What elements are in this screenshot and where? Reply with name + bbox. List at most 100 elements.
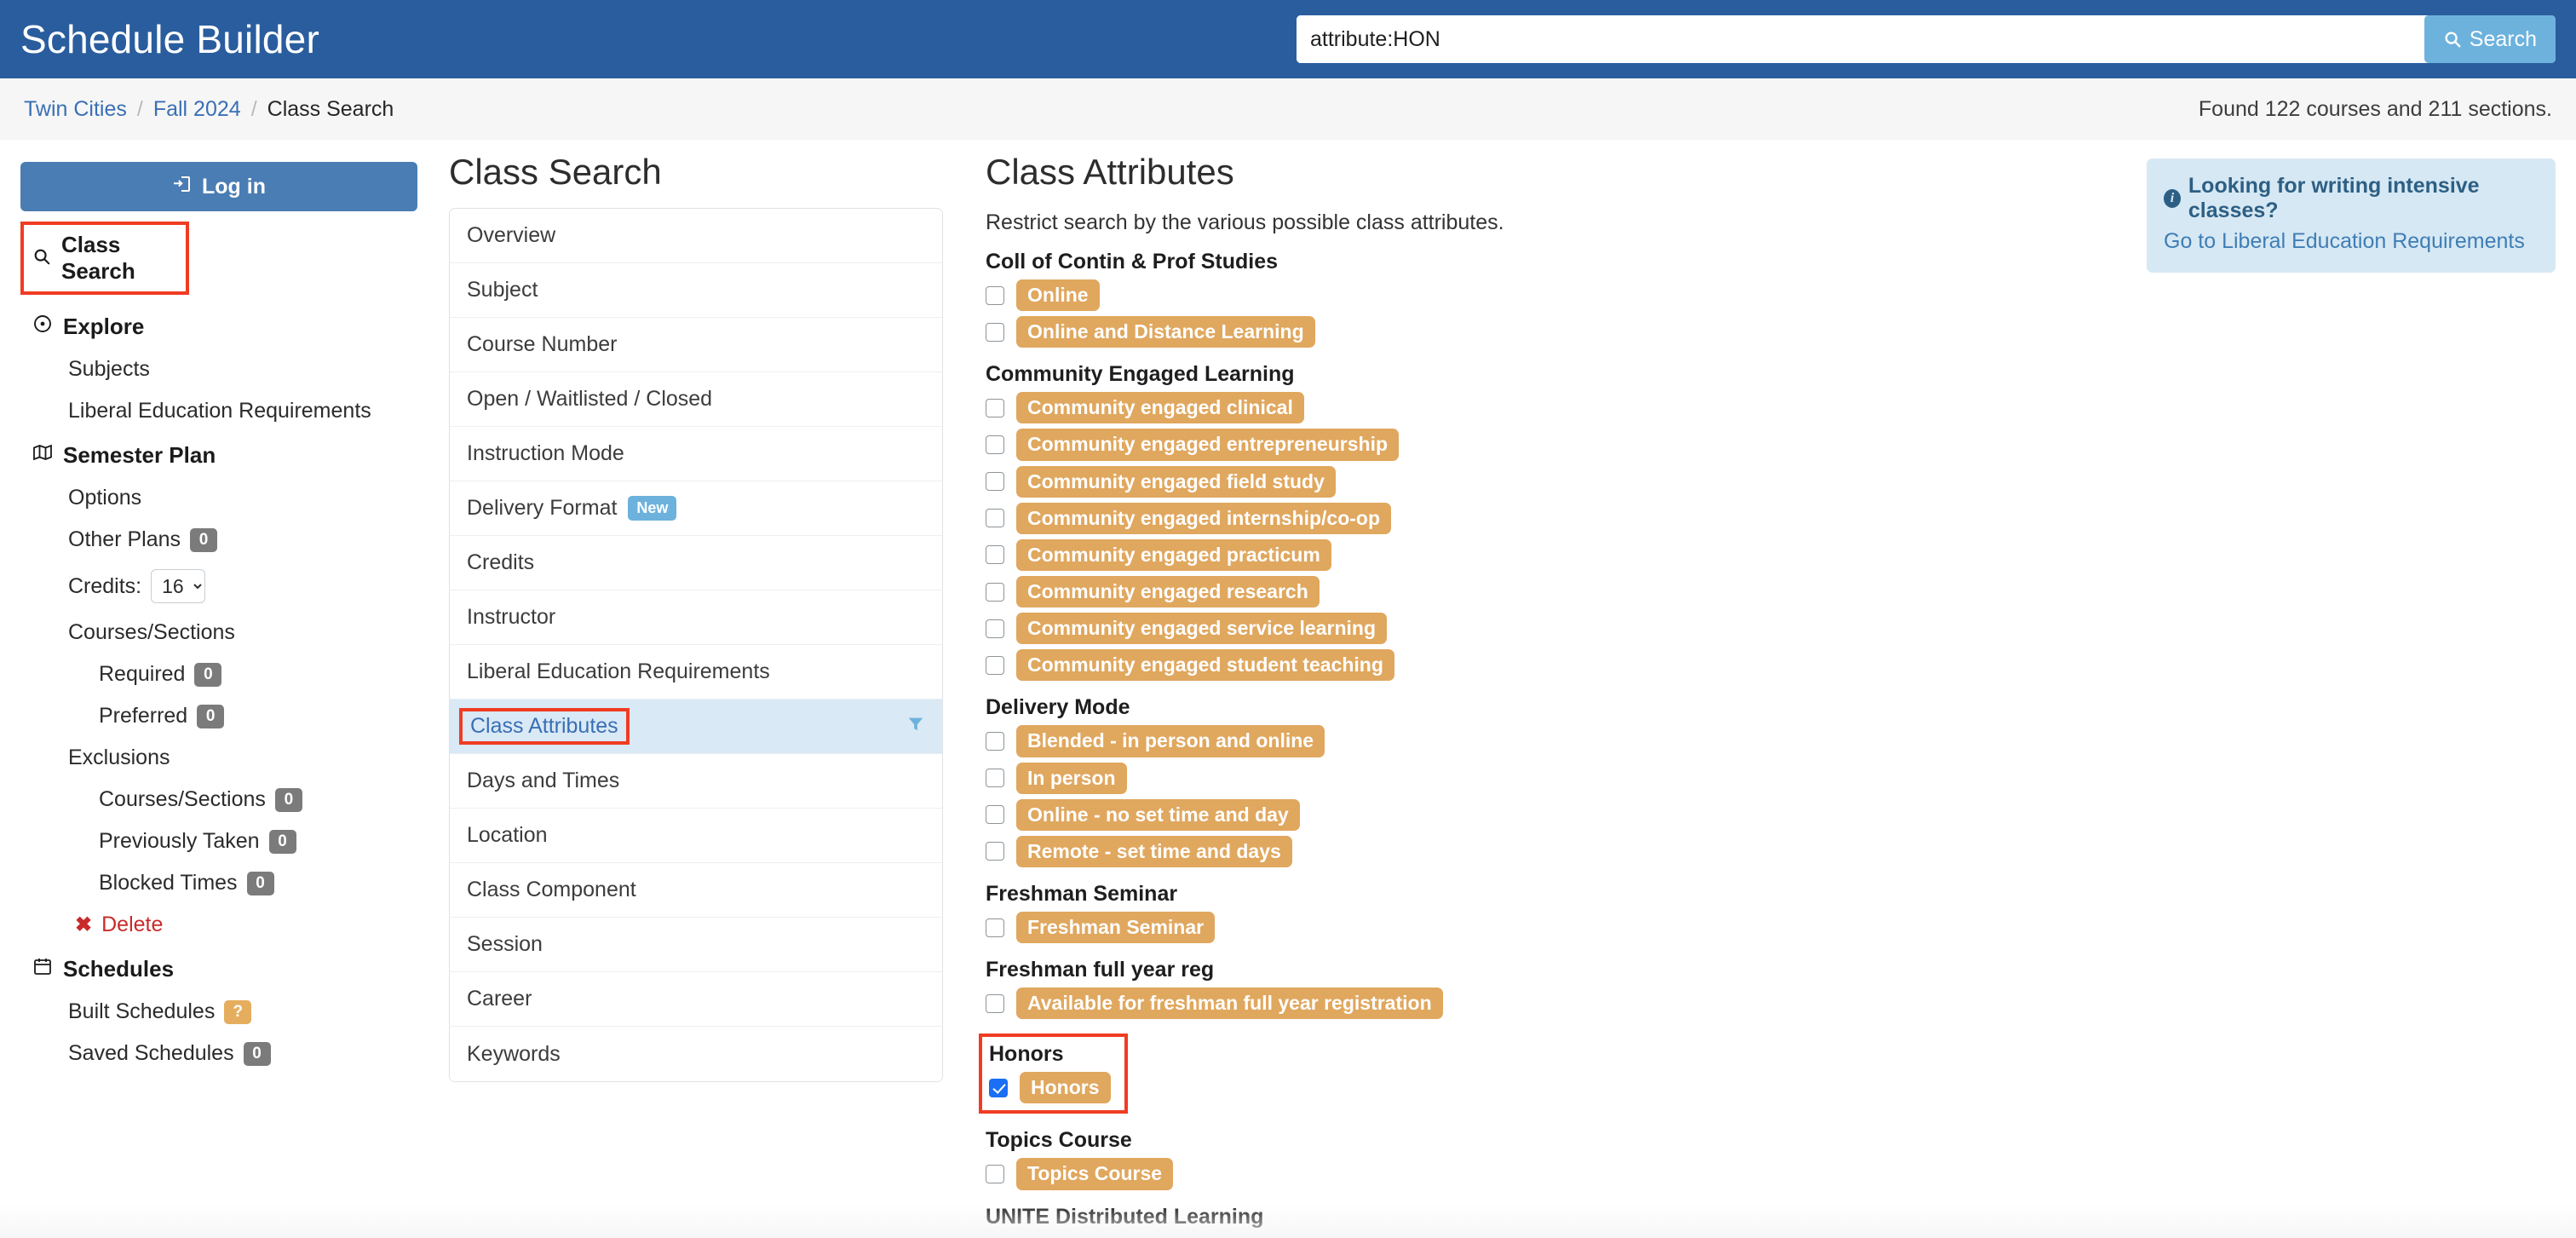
- filter-list-item[interactable]: Course Number: [450, 318, 942, 372]
- sidebar-item-class-search[interactable]: Class Search: [20, 222, 189, 295]
- attribute-pill[interactable]: Online - no set time and day: [1016, 798, 1300, 831]
- filter-list-item[interactable]: Keywords: [450, 1027, 942, 1081]
- filter-list-item[interactable]: Delivery Format New: [450, 481, 942, 536]
- attribute-checkbox[interactable]: [986, 398, 1004, 417]
- attribute-pill[interactable]: Community engaged student teaching: [1016, 649, 1394, 682]
- attribute-pill[interactable]: Community engaged field study: [1016, 465, 1336, 498]
- attribute-pill[interactable]: Available for freshman full year registr…: [1016, 988, 1443, 1020]
- attribute-checkbox[interactable]: [986, 805, 1004, 825]
- credits-select[interactable]: 16: [151, 569, 206, 603]
- sidebar-item-delete[interactable]: ✖ Delete: [20, 913, 417, 937]
- filter-list-item-text: Overview: [467, 223, 556, 247]
- info-panel-link[interactable]: Go to Liberal Education Requirements: [2164, 229, 2539, 254]
- attribute-group-heading: Community Engaged Learning: [986, 362, 1295, 387]
- filter-list-item[interactable]: Session: [450, 918, 942, 972]
- main-panel: Class Attributes Restrict search by the …: [979, 140, 2093, 1229]
- attribute-group-heading: UNITE Distributed Learning: [986, 1204, 1264, 1229]
- filter-list-item-label: Session: [467, 932, 543, 957]
- attribute-checkbox[interactable]: [986, 435, 1004, 454]
- search-icon: [32, 245, 51, 272]
- sidebar-item-subjects[interactable]: Subjects: [20, 357, 417, 382]
- sidebar-item-credits: Credits: 16: [20, 569, 417, 603]
- filter-list-item[interactable]: Credits: [450, 536, 942, 590]
- map-icon: [32, 442, 53, 469]
- attribute-pill[interactable]: Online: [1016, 279, 1100, 312]
- filter-list-item[interactable]: Open / Waitlisted / Closed: [450, 372, 942, 427]
- attribute-pill[interactable]: Community engaged clinical: [1016, 392, 1304, 424]
- filter-list-item[interactable]: Subject: [450, 263, 942, 318]
- filter-list-item[interactable]: Class Component: [450, 863, 942, 918]
- attribute-option-row: Community engaged service learning: [986, 613, 2093, 645]
- attribute-pill[interactable]: In person: [1016, 762, 1127, 794]
- sidebar-item-saved-schedules[interactable]: Saved Schedules 0: [20, 1041, 417, 1066]
- attribute-groups: Coll of Contin & Prof Studies Online Onlin…: [979, 250, 2093, 1229]
- attribute-checkbox[interactable]: [986, 993, 1004, 1013]
- search-button[interactable]: Search: [2424, 15, 2556, 63]
- compass-icon: [32, 314, 53, 340]
- sidebar-item-liberal-education-requirements[interactable]: Liberal Education Requirements: [20, 399, 417, 423]
- attribute-pill[interactable]: Community engaged internship/co-op: [1016, 502, 1392, 534]
- new-badge: New: [628, 496, 677, 521]
- attribute-option-row: Available for freshman full year registr…: [986, 988, 2093, 1020]
- attribute-pill[interactable]: Blended - in person and online: [1016, 725, 1325, 757]
- filter-list-item[interactable]: Instructor: [450, 590, 942, 645]
- filter-list-item[interactable]: Instruction Mode: [450, 427, 942, 481]
- filter-list-item-text: Course Number: [467, 332, 618, 356]
- sidebar-item-preferred[interactable]: Preferred 0: [20, 704, 417, 728]
- attribute-checkbox[interactable]: [986, 472, 1004, 492]
- sidebar-group-label: Courses/Sections: [68, 620, 235, 644]
- attribute-pill[interactable]: Remote - set time and days: [1016, 835, 1292, 867]
- filter-list-item[interactable]: Class Attributes: [450, 700, 942, 754]
- sidebar-item-built-schedules[interactable]: Built Schedules ?: [20, 999, 417, 1024]
- attribute-checkbox[interactable]: [986, 322, 1004, 342]
- breadcrumb-item-term[interactable]: Fall 2024: [153, 97, 241, 122]
- attribute-checkbox[interactable]: [986, 842, 1004, 861]
- filter-list-item-label: Liberal Education Requirements: [467, 659, 770, 684]
- attribute-pill[interactable]: Community engaged service learning: [1016, 613, 1388, 645]
- attribute-pill[interactable]: Online and Distance Learning: [1016, 316, 1315, 348]
- attribute-pill[interactable]: Topics Course: [1016, 1158, 1174, 1190]
- attribute-pill[interactable]: Community engaged practicum: [1016, 538, 1331, 571]
- attribute-pill[interactable]: Community engaged research: [1016, 575, 1320, 608]
- sidebar-item-required[interactable]: Required 0: [20, 662, 417, 687]
- attribute-option-row: Community engaged entrepreneurship: [986, 429, 2093, 461]
- attribute-checkbox[interactable]: [986, 545, 1004, 565]
- filter-list-item[interactable]: Days and Times: [450, 754, 942, 809]
- sidebar-item-blocked-times[interactable]: Blocked Times 0: [20, 871, 417, 895]
- attribute-pill[interactable]: Honors: [1020, 1072, 1111, 1104]
- sidebar-item-label: Options: [68, 486, 142, 510]
- count-badge: 0: [190, 527, 218, 552]
- attribute-checkbox[interactable]: [989, 1078, 1008, 1097]
- attribute-checkbox[interactable]: [986, 509, 1004, 528]
- sidebar-item-other-plans[interactable]: Other Plans 0: [20, 527, 417, 552]
- attribute-checkbox[interactable]: [986, 619, 1004, 638]
- filter-list-item-label: Career: [467, 987, 532, 1011]
- breadcrumb-item-campus[interactable]: Twin Cities: [24, 97, 127, 122]
- filter-list-item[interactable]: Overview: [450, 209, 942, 263]
- sidebar-item-options[interactable]: Options: [20, 486, 417, 510]
- attribute-checkbox[interactable]: [986, 1164, 1004, 1183]
- login-button[interactable]: Log in: [20, 162, 417, 211]
- attribute-pill[interactable]: Community engaged entrepreneurship: [1016, 429, 1400, 461]
- attribute-pill[interactable]: Freshman Seminar: [1016, 911, 1216, 944]
- attribute-checkbox[interactable]: [986, 731, 1004, 751]
- attribute-checkbox[interactable]: [986, 918, 1004, 937]
- filter-list-item-label: Location: [467, 823, 548, 848]
- sidebar-item-label: Preferred: [99, 704, 188, 728]
- filter-list-item[interactable]: Liberal Education Requirements: [450, 645, 942, 700]
- attribute-checkbox[interactable]: [986, 285, 1004, 305]
- sidebar-item-excluded-courses-sections[interactable]: Courses/Sections 0: [20, 787, 417, 812]
- filter-list-item-label: Instructor: [467, 605, 555, 630]
- breadcrumb-separator: /: [136, 96, 143, 121]
- attribute-checkbox[interactable]: [986, 582, 1004, 602]
- filter-list-item-text: Open / Waitlisted / Closed: [467, 387, 713, 411]
- filter-list-item[interactable]: Location: [450, 809, 942, 863]
- filter-list-item[interactable]: Career: [450, 972, 942, 1027]
- sidebar-section-semester-plan: Semester Plan: [20, 442, 417, 469]
- sidebar-item-previously-taken[interactable]: Previously Taken 0: [20, 829, 417, 854]
- attribute-group-heading: Honors: [989, 1042, 1064, 1067]
- attribute-checkbox[interactable]: [986, 769, 1004, 788]
- attribute-checkbox[interactable]: [986, 655, 1004, 675]
- filter-icon[interactable]: [906, 714, 925, 739]
- search-input[interactable]: [1297, 15, 2424, 63]
